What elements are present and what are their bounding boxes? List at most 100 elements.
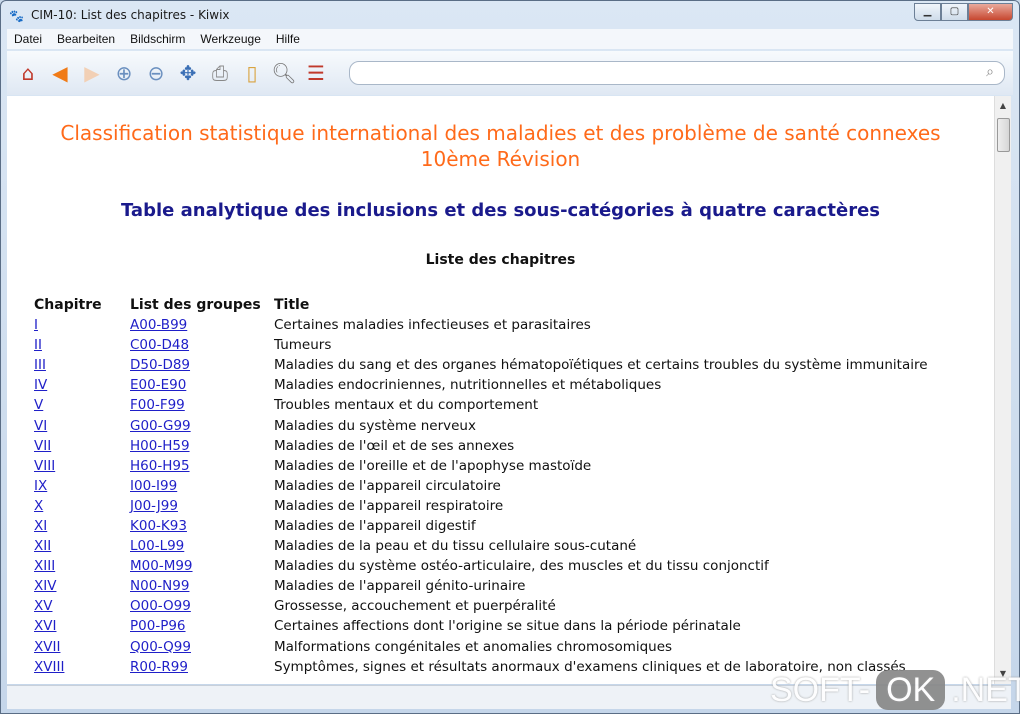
window-title: CIM-10: List des chapitres - Kiwix	[31, 8, 230, 22]
table-row: X J00-J99 Maladies de l'appareil respirato…	[31, 496, 931, 516]
chapter-link[interactable]: XII	[34, 538, 51, 554]
group-link[interactable]: P00-P96	[130, 618, 186, 634]
title-line-1: Classification statistique international…	[60, 121, 941, 145]
chapter-link[interactable]: IX	[34, 478, 47, 494]
title-line-2: 10ème Révision	[420, 147, 581, 171]
table-row: XV O00-O99 Grossesse, accouchement et puer…	[31, 596, 931, 616]
maximize-button[interactable]: ▢	[941, 3, 968, 21]
forward-icon[interactable]: ▶	[79, 60, 105, 86]
table-row: XIII M00-M99 Maladies du système ostéo-art…	[31, 556, 931, 576]
table-row: II C00-D48 Tumeurs	[31, 335, 931, 355]
chapter-title: Maladies du système ostéo-articulaire, d…	[274, 558, 769, 575]
chapter-link[interactable]: V	[34, 397, 43, 413]
table-cell: XVIII	[31, 657, 127, 677]
chapters-table: Chapitre List des groupes Title I A00-B99…	[31, 294, 931, 677]
bookmark-icon[interactable]: ▯	[239, 60, 265, 86]
table-row: III D50-D89 Maladies du sang et des organe…	[31, 355, 931, 375]
group-link[interactable]: J00-J99	[130, 498, 178, 514]
zoom-out-icon[interactable]: ⊖	[143, 60, 169, 86]
menu-datei[interactable]: Datei	[14, 32, 42, 46]
page-content: Classification statistique international…	[7, 96, 994, 684]
vertical-scrollbar[interactable]: ▲ ▼	[994, 96, 1011, 684]
table-cell: K00-K93	[127, 516, 271, 536]
table-row: VI G00-G99 Maladies du système nerveux	[31, 415, 931, 435]
title-bar: 🐾 CIM-10: List des chapitres - Kiwix ▁ ▢…	[1, 1, 1019, 29]
minimize-button[interactable]: ▁	[914, 3, 941, 21]
chapter-title: Maladies de l'œil et de ses annexes	[274, 437, 515, 454]
table-cell: C00-D48	[127, 335, 271, 355]
chapter-link[interactable]: X	[34, 498, 43, 514]
group-link[interactable]: O00-O99	[130, 598, 191, 614]
group-link[interactable]: H60-H95	[130, 458, 190, 474]
zoom-in-icon[interactable]: ⊕	[111, 60, 137, 86]
chapter-link[interactable]: XV	[34, 598, 52, 614]
chapter-title: Maladies du système nerveux	[274, 417, 476, 434]
fit-icon[interactable]: ✥	[175, 60, 201, 86]
scrollbar-thumb[interactable]	[997, 118, 1010, 152]
chapter-title: Troubles mentaux et du comportement	[274, 397, 539, 414]
menu-hilfe[interactable]: Hilfe	[276, 32, 300, 46]
chapter-link[interactable]: VII	[34, 438, 51, 454]
group-link[interactable]: F00-F99	[130, 397, 185, 413]
app-window: 🐾 CIM-10: List des chapitres - Kiwix ▁ ▢…	[0, 0, 1020, 714]
group-link[interactable]: I00-I99	[130, 478, 177, 494]
table-row: VII H00-H59 Maladies de l'œil et de ses an…	[31, 436, 931, 456]
group-link[interactable]: E00-E90	[130, 377, 186, 393]
menu-bar: Datei Bearbeiten Bildschirm Werkzeuge Hilfe	[7, 29, 1013, 49]
chapter-link[interactable]: XIII	[34, 558, 55, 574]
group-link[interactable]: D50-D89	[130, 357, 190, 373]
find-icon[interactable]: 🔍︎	[271, 60, 297, 86]
back-icon[interactable]: ◀	[47, 60, 73, 86]
print-icon[interactable]: ⎙	[207, 60, 233, 86]
chapter-link[interactable]: XVIII	[34, 659, 64, 675]
table-cell: R00-R99	[127, 657, 271, 677]
group-link[interactable]: M00-M99	[130, 558, 193, 574]
table-cell: Q00-Q99	[127, 637, 271, 657]
library-icon[interactable]: ☰	[303, 60, 329, 86]
chapter-link[interactable]: VI	[34, 418, 47, 434]
menu-bildschirm[interactable]: Bildschirm	[130, 32, 185, 46]
chapter-link[interactable]: XVII	[34, 639, 60, 655]
group-link[interactable]: N00-N99	[130, 578, 189, 594]
table-cell: O00-O99	[127, 596, 271, 616]
menu-bearbeiten[interactable]: Bearbeiten	[57, 32, 115, 46]
table-cell: VIII	[31, 456, 127, 476]
chapter-link[interactable]: I	[34, 317, 38, 333]
chapter-title: Maladies de l'appareil respiratoire	[274, 497, 504, 514]
menu-werkzeuge[interactable]: Werkzeuge	[200, 32, 260, 46]
chapter-link[interactable]: II	[34, 337, 42, 353]
group-link[interactable]: R00-R99	[130, 659, 188, 675]
table-row: IV E00-E90 Maladies endocriniennes, nutrit…	[31, 375, 931, 395]
group-link[interactable]: K00-K93	[130, 518, 187, 534]
chapter-link[interactable]: IV	[34, 377, 47, 393]
table-cell: E00-E90	[127, 375, 271, 395]
home-icon[interactable]: ⌂	[15, 60, 41, 86]
group-link[interactable]: C00-D48	[130, 337, 189, 353]
chapter-link[interactable]: XI	[34, 518, 47, 534]
chapter-link[interactable]: III	[34, 357, 46, 373]
search-icon[interactable]: ⌕	[986, 64, 994, 80]
table-cell: H60-H95	[127, 456, 271, 476]
scroll-up-arrow-icon[interactable]: ▲	[995, 98, 1011, 114]
table-cell: J00-J99	[127, 496, 271, 516]
table-cell: VI	[31, 415, 127, 435]
table-cell: M00-M99	[127, 556, 271, 576]
search-input[interactable]: ⌕	[349, 61, 1005, 85]
group-link[interactable]: Q00-Q99	[130, 639, 191, 655]
chapter-title: Tumeurs	[274, 337, 332, 354]
close-button[interactable]: ✕	[968, 3, 1013, 21]
group-link[interactable]: A00-B99	[130, 317, 187, 333]
group-link[interactable]: H00-H59	[130, 438, 190, 454]
chapter-link[interactable]: VIII	[34, 458, 55, 474]
table-cell: F00-F99	[127, 395, 271, 415]
group-link[interactable]: L00-L99	[130, 538, 184, 554]
group-link[interactable]: G00-G99	[130, 418, 191, 434]
column-header-title: Title	[274, 296, 310, 313]
chapter-link[interactable]: XVI	[34, 618, 56, 634]
chapter-link[interactable]: XIV	[34, 578, 56, 594]
table-cell: L00-L99	[127, 536, 271, 556]
table-cell: A00-B99	[127, 315, 271, 335]
table-row: VIII H60-H95 Maladies de l'oreille et de l…	[31, 456, 931, 476]
chapter-title: Maladies du sang et des organes hématopo…	[274, 357, 928, 374]
table-cell: XIII	[31, 556, 127, 576]
